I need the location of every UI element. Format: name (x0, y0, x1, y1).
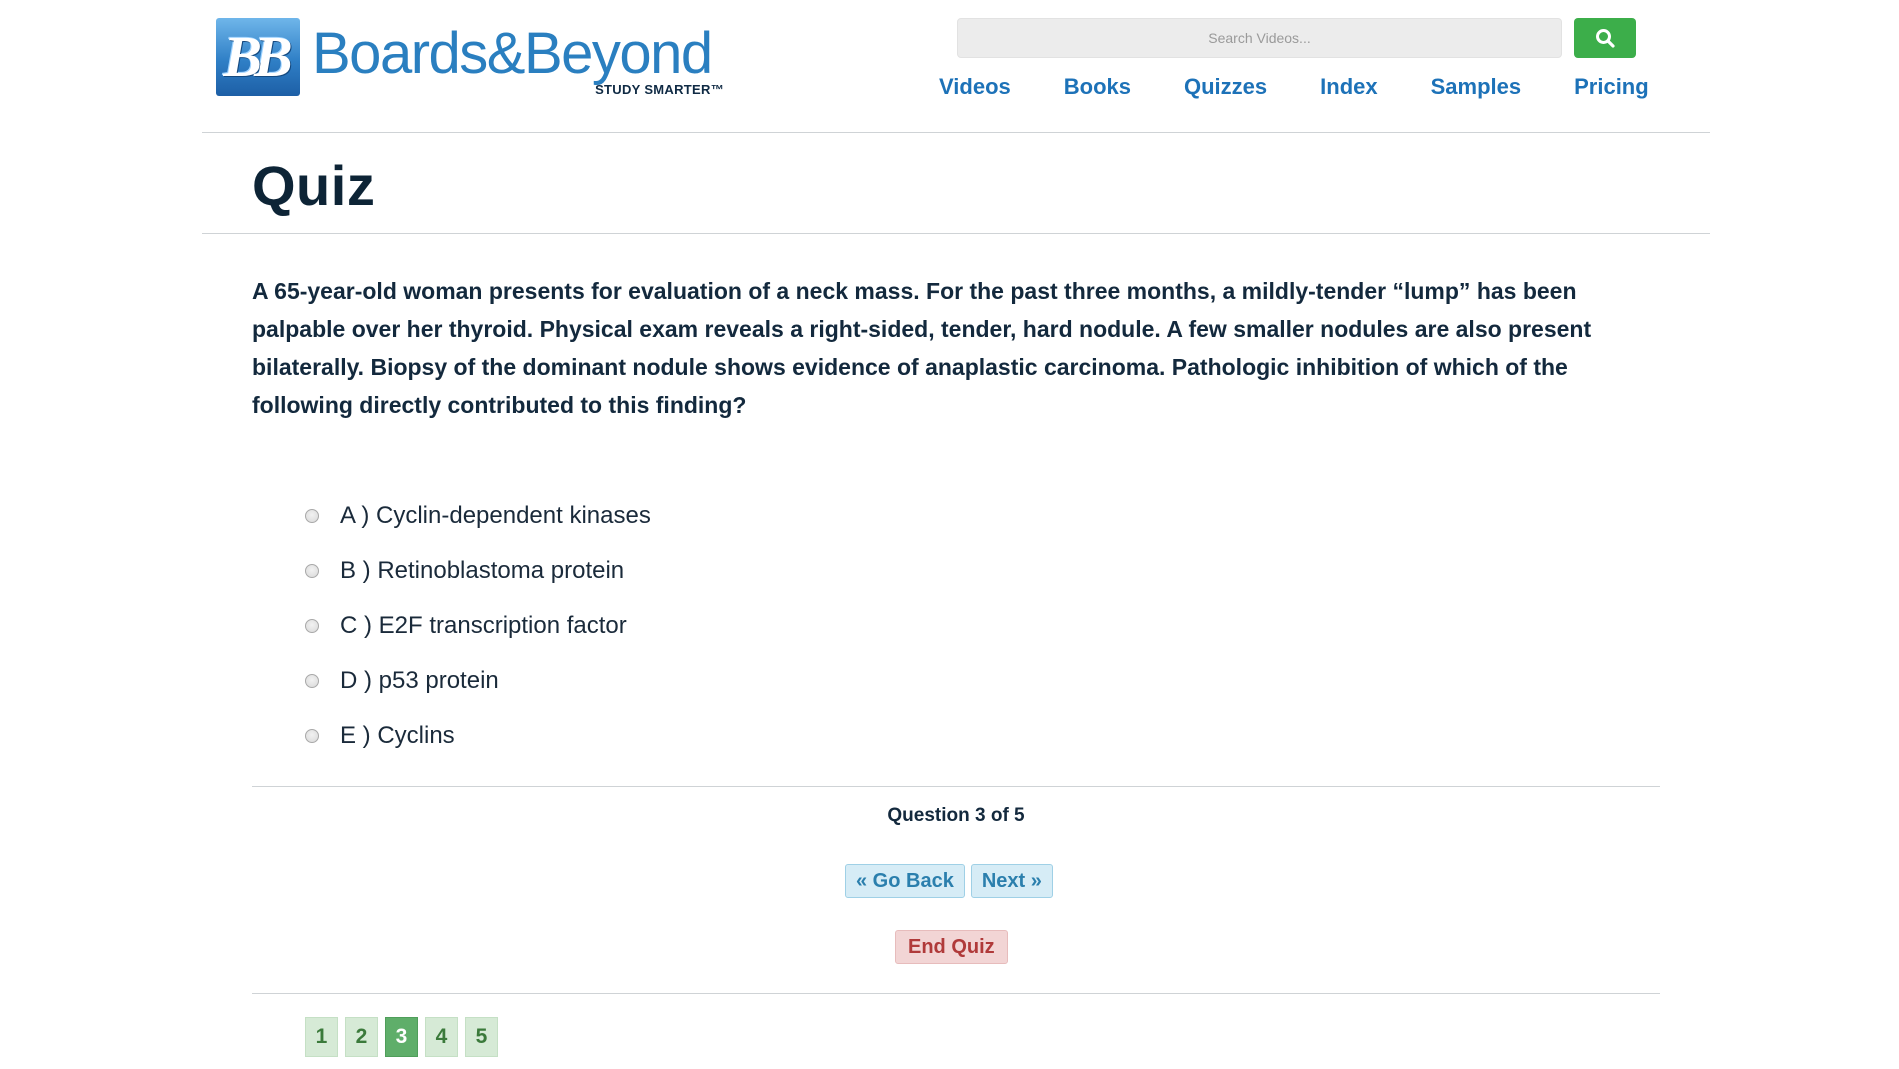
nav-index[interactable]: Index (1320, 74, 1377, 100)
answer-option[interactable]: A ) Cyclin-dependent kinases (305, 488, 651, 543)
next-button[interactable]: Next » (970, 864, 1053, 898)
search-icon (1596, 29, 1615, 48)
answer-option[interactable]: B ) Retinoblastoma protein (305, 543, 651, 598)
answer-option[interactable]: C ) E2F transcription factor (305, 598, 651, 653)
nav-quizzes[interactable]: Quizzes (1184, 74, 1267, 100)
title-bar: Quiz (202, 133, 1710, 234)
pager-item[interactable]: 1 (305, 1017, 338, 1057)
radio-button[interactable] (305, 673, 319, 688)
end-quiz-button[interactable]: End Quiz (895, 930, 1008, 964)
divider (252, 786, 1660, 787)
site-header: BB Boards&Beyond STUDY SMARTER™ Videos B… (202, 0, 1710, 133)
pager-item[interactable]: 4 (425, 1017, 458, 1057)
nav-books[interactable]: Books (1064, 74, 1131, 100)
question-text: A 65-year-old woman presents for evaluat… (252, 278, 1592, 418)
quiz-page: BB Boards&Beyond STUDY SMARTER™ Videos B… (0, 0, 1899, 1069)
search-button[interactable] (1574, 18, 1636, 58)
go-back-button[interactable]: « Go Back (845, 864, 965, 898)
brand-logo[interactable]: BB Boards&Beyond STUDY SMARTER™ (216, 18, 736, 98)
logo-wordmark: Boards&Beyond (312, 21, 713, 86)
pager-item[interactable]: 2 (345, 1017, 378, 1057)
option-label[interactable]: D ) p53 protein (340, 667, 499, 695)
radio-button[interactable] (305, 728, 319, 743)
page-title: Quiz (252, 154, 376, 217)
radio-button[interactable] (305, 618, 319, 633)
logo-text: Boards&Beyond STUDY SMARTER™ (312, 18, 732, 98)
divider (252, 993, 1660, 994)
nav-pricing[interactable]: Pricing (1574, 74, 1649, 100)
main-nav: Videos Books Quizzes Index Samples Prici… (939, 74, 1649, 100)
question-pager: 1 2 3 4 5 (305, 1017, 498, 1057)
answer-option[interactable]: D ) p53 protein (305, 653, 651, 708)
answer-option[interactable]: E ) Cyclins (305, 708, 651, 763)
answer-options: A ) Cyclin-dependent kinases B ) Retinob… (305, 488, 651, 763)
search-input[interactable] (957, 18, 1562, 58)
logo-tagline: STUDY SMARTER™ (595, 82, 724, 97)
option-label[interactable]: A ) Cyclin-dependent kinases (340, 502, 651, 530)
pager-item[interactable]: 5 (465, 1017, 498, 1057)
logo-mark: BB (216, 18, 300, 96)
radio-button[interactable] (305, 563, 319, 578)
option-label[interactable]: B ) Retinoblastoma protein (340, 557, 624, 585)
option-label[interactable]: C ) E2F transcription factor (340, 612, 627, 640)
nav-samples[interactable]: Samples (1431, 74, 1522, 100)
nav-videos[interactable]: Videos (939, 74, 1011, 100)
pager-item-active[interactable]: 3 (385, 1017, 418, 1057)
nav-buttons: « Go Back Next » (845, 864, 1053, 898)
option-label[interactable]: E ) Cyclins (340, 722, 455, 750)
radio-button[interactable] (305, 508, 319, 523)
question-progress: Question 3 of 5 (887, 805, 1025, 826)
